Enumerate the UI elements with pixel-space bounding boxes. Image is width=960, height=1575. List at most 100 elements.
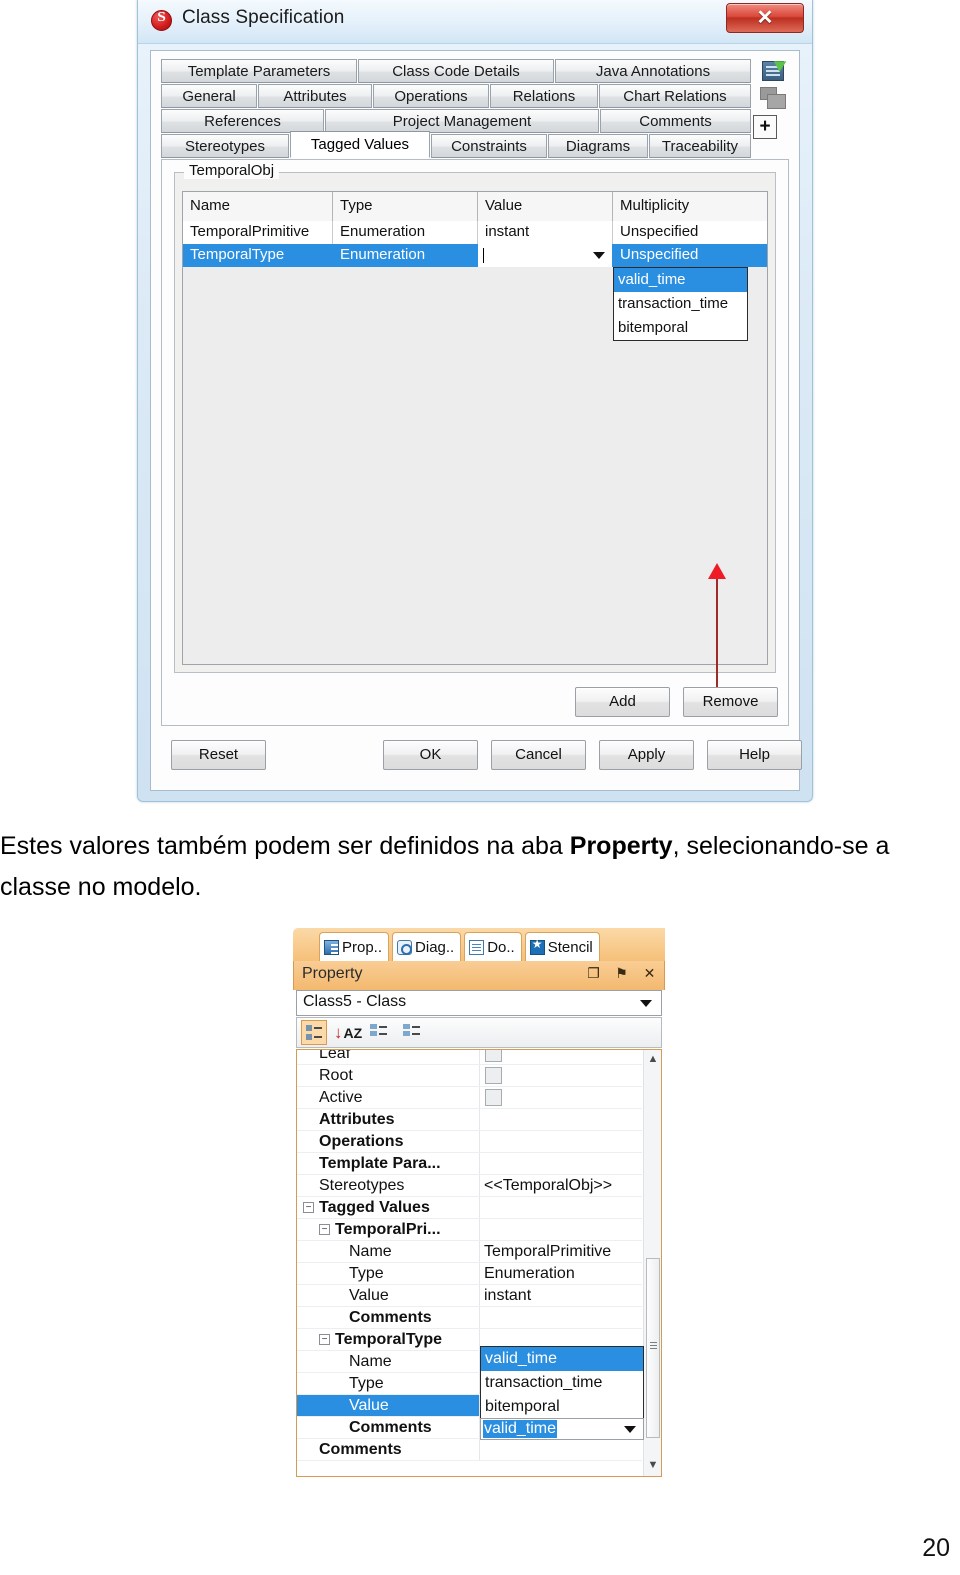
document-icon [469, 939, 485, 955]
tab-properties-label: Prop.. [342, 938, 383, 956]
value-combo-editor[interactable] [478, 244, 613, 267]
dropdown-option-transaction-time[interactable]: transaction_time [481, 1371, 643, 1395]
float-icon[interactable]: ❐ [586, 966, 601, 981]
vertical-scrollbar[interactable]: ▲ ▼ [643, 1050, 661, 1476]
tab-java-annotations[interactable]: Java Annotations [555, 59, 751, 83]
tab-chart-relations[interactable]: Chart Relations [599, 84, 751, 108]
tab-properties[interactable]: Prop.. [319, 932, 390, 961]
tab-operations[interactable]: Operations [373, 84, 489, 108]
chevron-down-icon[interactable] [593, 252, 605, 259]
dropdown-option-transaction-time[interactable]: transaction_time [614, 292, 747, 316]
dropdown-option-valid-time[interactable]: valid_time [481, 1347, 643, 1371]
property-name: Leaf [297, 1050, 480, 1064]
help-button[interactable]: Help [707, 740, 802, 770]
tagged-values-panel: TemporalObj Name Type Value Multiplicity… [161, 159, 789, 726]
remove-button[interactable]: Remove [683, 687, 778, 717]
checkbox-root[interactable] [485, 1067, 502, 1084]
tab-project-management[interactable]: Project Management [325, 109, 599, 133]
property-row-comments[interactable]: Comments [297, 1307, 642, 1329]
scrollbar-thumb[interactable] [646, 1258, 660, 1438]
plus-icon[interactable]: + [753, 115, 777, 139]
tab-template-parameters[interactable]: Template Parameters [161, 59, 357, 83]
caption-bold-property: Property [569, 832, 673, 860]
chevron-down-icon[interactable] [624, 1426, 636, 1433]
property-name: Type [297, 1263, 480, 1284]
apply-button[interactable]: Apply [599, 740, 694, 770]
property-row-template-parameters[interactable]: Template Para... [297, 1153, 642, 1175]
scroll-down-icon[interactable]: ▼ [646, 1459, 660, 1473]
tab-diagram-label: Diag.. [415, 938, 455, 956]
dropdown-option-bitemporal[interactable]: bitemporal [481, 1395, 643, 1419]
tab-attributes[interactable]: Attributes [258, 84, 372, 108]
property-row-attributes[interactable]: Attributes [297, 1109, 642, 1131]
property-value-dropdown-list[interactable]: valid_time transaction_time bitemporal [480, 1346, 644, 1420]
close-icon[interactable]: ✕ [642, 966, 657, 981]
annotation-arrow-icon [708, 563, 726, 687]
property-row-value[interactable]: Value instant [297, 1285, 642, 1307]
property-row-tagged-values[interactable]: − Tagged Values [297, 1197, 642, 1219]
windows-icon[interactable] [760, 87, 786, 109]
property-pages-alt-icon[interactable] [400, 1020, 426, 1045]
property-row-temporal-primitive-group[interactable]: − TemporalPri... [297, 1219, 642, 1241]
property-value-combo-editor[interactable]: valid_time [480, 1418, 644, 1440]
table-row[interactable]: TemporalType Enumeration Unspecified [183, 244, 767, 267]
class-specification-dialog: Class Specification ✕ Template Parameter… [137, 0, 813, 802]
tab-diagram[interactable]: Diag.. [392, 932, 462, 961]
add-button[interactable]: Add [575, 687, 670, 717]
cell-multiplicity: Unspecified [613, 221, 767, 244]
caption-part-1: Estes valores também podem ser definidos… [0, 832, 570, 860]
tab-stencil[interactable]: Stencil [524, 932, 600, 961]
tab-class-code-details[interactable]: Class Code Details [358, 59, 554, 83]
property-row-leaf[interactable]: Leaf [297, 1050, 642, 1065]
value-dropdown-list[interactable]: valid_time transaction_time bitemporal [613, 267, 748, 341]
property-toolbar: AZ [296, 1017, 662, 1048]
tab-traceability[interactable]: Traceability [649, 134, 751, 158]
tab-references[interactable]: References [161, 109, 324, 133]
tab-stereotypes[interactable]: Stereotypes [161, 134, 289, 158]
collapse-expander-icon[interactable]: − [319, 1224, 330, 1235]
tab-document[interactable]: Do.. [464, 932, 522, 961]
property-name: Root [297, 1065, 480, 1086]
property-row-type[interactable]: Type Enumeration [297, 1263, 642, 1285]
reset-button[interactable]: Reset [171, 740, 266, 770]
property-row-active[interactable]: Active [297, 1087, 642, 1109]
checkbox-leaf[interactable] [485, 1050, 502, 1062]
scroll-up-icon[interactable]: ▲ [646, 1053, 660, 1067]
property-value [480, 1109, 642, 1130]
property-pages-icon[interactable] [367, 1020, 393, 1045]
tab-general[interactable]: General [161, 84, 257, 108]
property-panel-screenshot: Prop.. Diag.. Do.. Stencil Property ❐ ⚑ … [293, 928, 665, 1480]
tab-diagrams[interactable]: Diagrams [548, 134, 648, 158]
dialog-title: Class Specification [182, 7, 345, 28]
property-row-root[interactable]: Root [297, 1065, 642, 1087]
property-header: Property ❐ ⚑ ✕ [293, 961, 665, 990]
property-value [480, 1219, 642, 1240]
categorized-icon[interactable] [301, 1020, 327, 1045]
dropdown-option-valid-time[interactable]: valid_time [614, 268, 747, 292]
diagram-icon [397, 939, 413, 955]
tab-constraints[interactable]: Constraints [431, 134, 547, 158]
collapse-expander-icon[interactable]: − [303, 1202, 314, 1213]
table-row[interactable]: TemporalPrimitive Enumeration instant Un… [183, 221, 767, 244]
tab-relations[interactable]: Relations [490, 84, 598, 108]
collapse-expander-icon[interactable]: − [319, 1334, 330, 1345]
close-button[interactable]: ✕ [726, 3, 804, 33]
tab-comments[interactable]: Comments [600, 109, 751, 133]
caption-text: Estes valores também podem ser definidos… [0, 826, 960, 908]
alphabetical-sort-icon[interactable]: AZ [334, 1020, 363, 1045]
ok-button[interactable]: OK [383, 740, 478, 770]
cancel-button[interactable]: Cancel [491, 740, 586, 770]
tab-tagged-values[interactable]: Tagged Values [290, 131, 430, 158]
chevron-down-icon[interactable] [640, 1000, 652, 1007]
property-row-comments-3[interactable]: Comments [297, 1439, 642, 1461]
dropdown-option-bitemporal[interactable]: bitemporal [614, 316, 747, 340]
code-export-icon[interactable] [762, 61, 784, 81]
property-name: Comments [297, 1417, 480, 1438]
property-name: Comments [297, 1307, 480, 1328]
pin-icon[interactable]: ⚑ [614, 966, 629, 981]
property-row-name[interactable]: Name TemporalPrimitive [297, 1241, 642, 1263]
object-selector-combo[interactable]: Class5 - Class [296, 990, 662, 1016]
property-row-stereotypes[interactable]: Stereotypes <<TemporalObj>> [297, 1175, 642, 1197]
property-row-operations[interactable]: Operations [297, 1131, 642, 1153]
checkbox-active[interactable] [485, 1089, 502, 1106]
